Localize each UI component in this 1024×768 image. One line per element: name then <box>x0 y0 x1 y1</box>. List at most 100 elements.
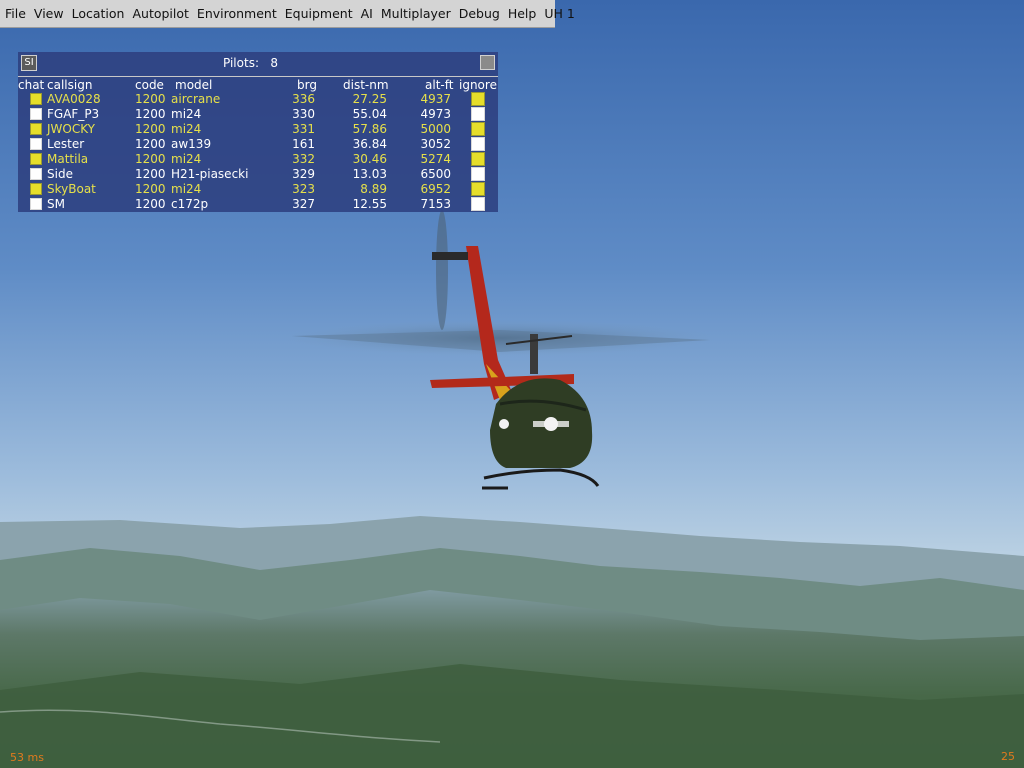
pilot-row[interactable]: SkyBoat 1200 mi24 323 8.89 6952 <box>18 182 498 197</box>
altitude-cell: 4973 <box>420 107 451 121</box>
menu-uh1[interactable]: UH 1 <box>540 0 578 28</box>
bearing-cell: 332 <box>292 152 315 166</box>
menu-debug[interactable]: Debug <box>455 0 504 28</box>
altitude-cell: 7153 <box>420 197 451 211</box>
menu-location[interactable]: Location <box>68 0 129 28</box>
col-dist[interactable]: dist-nm <box>343 78 389 92</box>
col-callsign[interactable]: callsign <box>47 78 92 92</box>
distance-cell: 12.55 <box>352 197 387 211</box>
ignore-checkbox[interactable] <box>471 122 485 136</box>
frame-time-readout: 53 ms <box>10 751 44 764</box>
callsign-cell: AVA0028 <box>47 92 101 106</box>
code-cell: 1200 <box>135 167 166 181</box>
distance-cell: 30.46 <box>352 152 387 166</box>
bearing-cell: 161 <box>292 137 315 151</box>
pilot-row[interactable]: SM 1200 c172p 327 12.55 7153 <box>18 197 498 212</box>
altitude-cell: 5274 <box>420 152 451 166</box>
code-cell: 1200 <box>135 152 166 166</box>
callsign-cell: Mattila <box>47 152 89 166</box>
col-chat[interactable]: chat <box>18 78 44 92</box>
model-cell: mi24 <box>171 152 202 166</box>
callsign-cell: Lester <box>47 137 85 151</box>
col-alt[interactable]: alt-ft <box>425 78 453 92</box>
distance-cell: 13.03 <box>352 167 387 181</box>
model-cell: c172p <box>171 197 209 211</box>
menu-environment[interactable]: Environment <box>193 0 281 28</box>
menu-autopilot[interactable]: Autopilot <box>128 0 192 28</box>
chat-checkbox[interactable] <box>30 93 42 105</box>
pilot-row[interactable]: JWOCKY 1200 mi24 331 57.86 5000 <box>18 122 498 137</box>
menu-help[interactable]: Help <box>504 0 541 28</box>
ignore-checkbox[interactable] <box>471 92 485 106</box>
close-button[interactable] <box>480 55 495 70</box>
distance-cell: 36.84 <box>352 137 387 151</box>
code-cell: 1200 <box>135 182 166 196</box>
menu-bar: File View Location Autopilot Environment… <box>0 0 575 28</box>
distance-cell: 57.86 <box>352 122 387 136</box>
distance-cell: 55.04 <box>352 107 387 121</box>
altitude-cell: 4937 <box>420 92 451 106</box>
chat-checkbox[interactable] <box>30 138 42 150</box>
model-cell: aw139 <box>171 137 212 151</box>
altitude-cell: 6500 <box>420 167 451 181</box>
fps-readout: 25 <box>1001 750 1015 763</box>
code-cell: 1200 <box>135 122 166 136</box>
si-button[interactable]: SI <box>21 55 37 71</box>
distance-cell: 8.89 <box>360 182 387 196</box>
pilot-row[interactable]: FGAF_P3 1200 mi24 330 55.04 4973 <box>18 107 498 122</box>
col-brg[interactable]: brg <box>297 78 317 92</box>
col-model[interactable]: model <box>175 78 212 92</box>
code-cell: 1200 <box>135 92 166 106</box>
bearing-cell: 331 <box>292 122 315 136</box>
pilot-list-dialog: SI Pilots: 8 chat callsign code model br… <box>18 52 498 212</box>
model-cell: mi24 <box>171 107 202 121</box>
model-cell: aircrane <box>171 92 221 106</box>
menu-multiplayer[interactable]: Multiplayer <box>377 0 455 28</box>
code-cell: 1200 <box>135 197 166 211</box>
distance-cell: 27.25 <box>352 92 387 106</box>
col-ignore[interactable]: ignore <box>459 78 497 92</box>
chat-checkbox[interactable] <box>30 183 42 195</box>
pilot-row[interactable]: Side 1200 H21-piasecki 329 13.03 6500 <box>18 167 498 182</box>
altitude-cell: 3052 <box>420 137 451 151</box>
chat-checkbox[interactable] <box>30 198 42 210</box>
ignore-checkbox[interactable] <box>471 197 485 211</box>
model-cell: H21-piasecki <box>171 167 249 181</box>
pilot-row[interactable]: Mattila 1200 mi24 332 30.46 5274 <box>18 152 498 167</box>
altitude-cell: 6952 <box>420 182 451 196</box>
chat-checkbox[interactable] <box>30 123 42 135</box>
model-cell: mi24 <box>171 182 202 196</box>
callsign-cell: SM <box>47 197 65 211</box>
pilots-count-title: Pilots: 8 <box>223 56 279 70</box>
pilot-row[interactable]: AVA0028 1200 aircrane 336 27.25 4937 <box>18 92 498 107</box>
col-code[interactable]: code <box>135 78 164 92</box>
chat-checkbox[interactable] <box>30 108 42 120</box>
bearing-cell: 323 <box>292 182 315 196</box>
chat-checkbox[interactable] <box>30 153 42 165</box>
altitude-cell: 5000 <box>420 122 451 136</box>
ignore-checkbox[interactable] <box>471 152 485 166</box>
model-cell: mi24 <box>171 122 202 136</box>
code-cell: 1200 <box>135 137 166 151</box>
code-cell: 1200 <box>135 107 166 121</box>
bearing-cell: 330 <box>292 107 315 121</box>
menu-file[interactable]: File <box>0 0 30 28</box>
pilot-row[interactable]: Lester 1200 aw139 161 36.84 3052 <box>18 137 498 152</box>
chat-checkbox[interactable] <box>30 168 42 180</box>
callsign-cell: FGAF_P3 <box>47 107 100 121</box>
bearing-cell: 327 <box>292 197 315 211</box>
bearing-cell: 329 <box>292 167 315 181</box>
bearing-cell: 336 <box>292 92 315 106</box>
callsign-cell: Side <box>47 167 73 181</box>
callsign-cell: JWOCKY <box>47 122 95 136</box>
dialog-header: SI Pilots: 8 <box>18 52 498 75</box>
ignore-checkbox[interactable] <box>471 167 485 181</box>
ignore-checkbox[interactable] <box>471 182 485 196</box>
ignore-checkbox[interactable] <box>471 137 485 151</box>
ignore-checkbox[interactable] <box>471 107 485 121</box>
menu-ai[interactable]: AI <box>357 0 377 28</box>
header-divider <box>18 76 498 77</box>
callsign-cell: SkyBoat <box>47 182 96 196</box>
menu-view[interactable]: View <box>30 0 68 28</box>
menu-equipment[interactable]: Equipment <box>281 0 357 28</box>
